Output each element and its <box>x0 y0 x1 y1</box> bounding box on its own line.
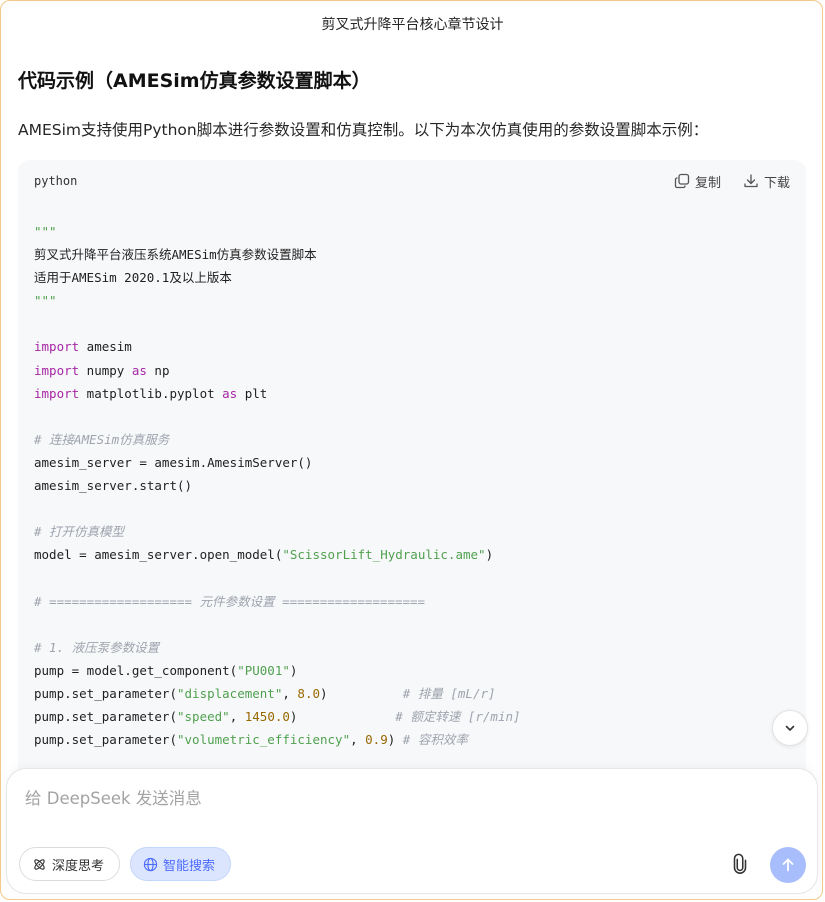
code-block: python 复制 下载 """ 剪叉式升降平台液压系统AMESim仿真参数设置… <box>18 160 806 780</box>
send-button[interactable] <box>770 847 806 883</box>
download-icon <box>744 174 758 188</box>
deep-think-label: 深度思考 <box>52 858 105 874</box>
smart-search-toggle[interactable]: 智能搜索 <box>130 847 231 881</box>
code-block-header: python 复制 下载 <box>18 160 806 202</box>
chevron-down-icon <box>785 725 795 731</box>
download-label: 下载 <box>763 175 790 191</box>
scroll-down-button[interactable] <box>772 710 808 746</box>
globe-icon <box>143 857 158 871</box>
chat-title: 剪叉式升降平台核心章节设计 <box>321 17 504 33</box>
paperclip-icon[interactable] <box>729 853 751 875</box>
message-input[interactable] <box>23 783 727 813</box>
atom-icon <box>34 858 45 870</box>
download-button[interactable]: 下载 <box>743 172 790 191</box>
chat-header: 剪叉式升降平台核心章节设计 <box>0 0 825 48</box>
code-actions: 复制 下载 <box>674 172 790 191</box>
section-intro: AMESim支持使用Python脚本进行参数设置和仿真控制。以下为本次仿真使用的… <box>18 121 709 139</box>
code-content: """ 剪叉式升降平台液压系统AMESim仿真参数设置脚本 适用于AMESim … <box>34 224 521 748</box>
section-title: 代码示例（AMESim仿真参数设置脚本） <box>18 70 371 92</box>
message-composer: 深度思考 智能搜索 <box>6 768 818 894</box>
deep-think-toggle[interactable]: 深度思考 <box>19 847 120 881</box>
arrow-up-icon <box>782 858 794 872</box>
copy-icon <box>674 173 690 189</box>
smart-search-label: 智能搜索 <box>163 858 216 874</box>
copy-button[interactable]: 复制 <box>674 172 721 191</box>
code-language: python <box>34 174 78 188</box>
copy-label: 复制 <box>694 175 721 191</box>
